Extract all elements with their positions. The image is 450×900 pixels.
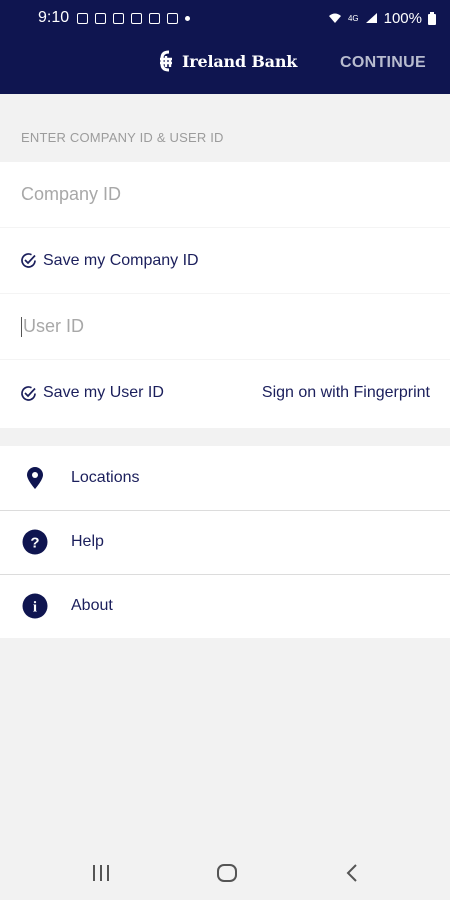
home-icon[interactable] xyxy=(213,860,241,886)
menu-item-help[interactable]: ? Help xyxy=(0,510,450,574)
app-bar: Ireland Bank CONTINUE xyxy=(0,36,450,94)
menu-item-locations[interactable]: Locations xyxy=(0,446,450,510)
wifi-call-icon xyxy=(328,13,341,23)
battery-icon xyxy=(428,11,436,25)
system-nav-bar xyxy=(0,846,450,900)
recent-apps-icon[interactable] xyxy=(87,860,115,886)
signal-icon xyxy=(365,13,377,23)
login-form: Save my Company ID Save my User ID Sign … xyxy=(0,162,450,428)
notification-icon xyxy=(149,12,161,24)
save-company-id-row: Save my Company ID xyxy=(0,228,450,294)
fingerprint-signon-link[interactable]: Sign on with Fingerprint xyxy=(262,384,430,402)
svg-text:?: ? xyxy=(30,535,39,552)
svg-text:i: i xyxy=(33,600,37,616)
notification-icons xyxy=(77,12,191,24)
network-type: 4G xyxy=(347,13,359,23)
save-user-id-label: Save my User ID xyxy=(43,384,164,401)
more-notifications-dot-icon xyxy=(185,15,191,21)
bank-logo-icon xyxy=(160,50,172,72)
save-user-id-checkbox[interactable]: Save my User ID xyxy=(20,384,164,402)
save-company-id-label: Save my Company ID xyxy=(43,251,199,269)
back-icon[interactable] xyxy=(339,860,367,886)
section-title: ENTER COMPANY ID & USER ID xyxy=(0,94,450,162)
company-id-row xyxy=(0,162,450,228)
menu-item-label: About xyxy=(71,597,113,614)
user-id-input[interactable] xyxy=(23,316,429,337)
brand-name: Ireland Bank xyxy=(182,51,298,71)
notification-icon xyxy=(131,12,143,24)
menu-list: Locations ? Help i About xyxy=(0,446,450,638)
status-time: 9:10 xyxy=(38,9,70,26)
checkmark-circle-icon xyxy=(21,253,36,268)
battery-percent: 100% xyxy=(383,9,422,27)
status-bar: 9:10 4G 100% xyxy=(0,0,450,36)
notification-icon xyxy=(113,12,125,24)
menu-item-label: Locations xyxy=(71,469,140,486)
info-icon: i xyxy=(22,593,48,619)
text-caret xyxy=(21,316,22,337)
notification-icon xyxy=(95,12,107,24)
notification-icon xyxy=(77,12,89,24)
help-icon: ? xyxy=(22,529,48,555)
status-right: 4G 100% xyxy=(328,10,436,27)
save-user-id-row: Save my User ID Sign on with Fingerprint xyxy=(0,360,450,426)
checkmark-circle-icon xyxy=(21,385,36,401)
location-pin-icon xyxy=(27,467,43,489)
save-company-id-checkbox[interactable]: Save my Company ID xyxy=(20,252,199,270)
continue-button[interactable]: CONTINUE xyxy=(340,54,426,72)
menu-item-about[interactable]: i About xyxy=(0,574,450,638)
notification-icon xyxy=(167,12,179,24)
menu-item-label: Help xyxy=(71,533,104,550)
brand-logo: Ireland Bank xyxy=(158,50,297,72)
user-id-row xyxy=(0,294,450,360)
company-id-input[interactable] xyxy=(21,184,429,205)
